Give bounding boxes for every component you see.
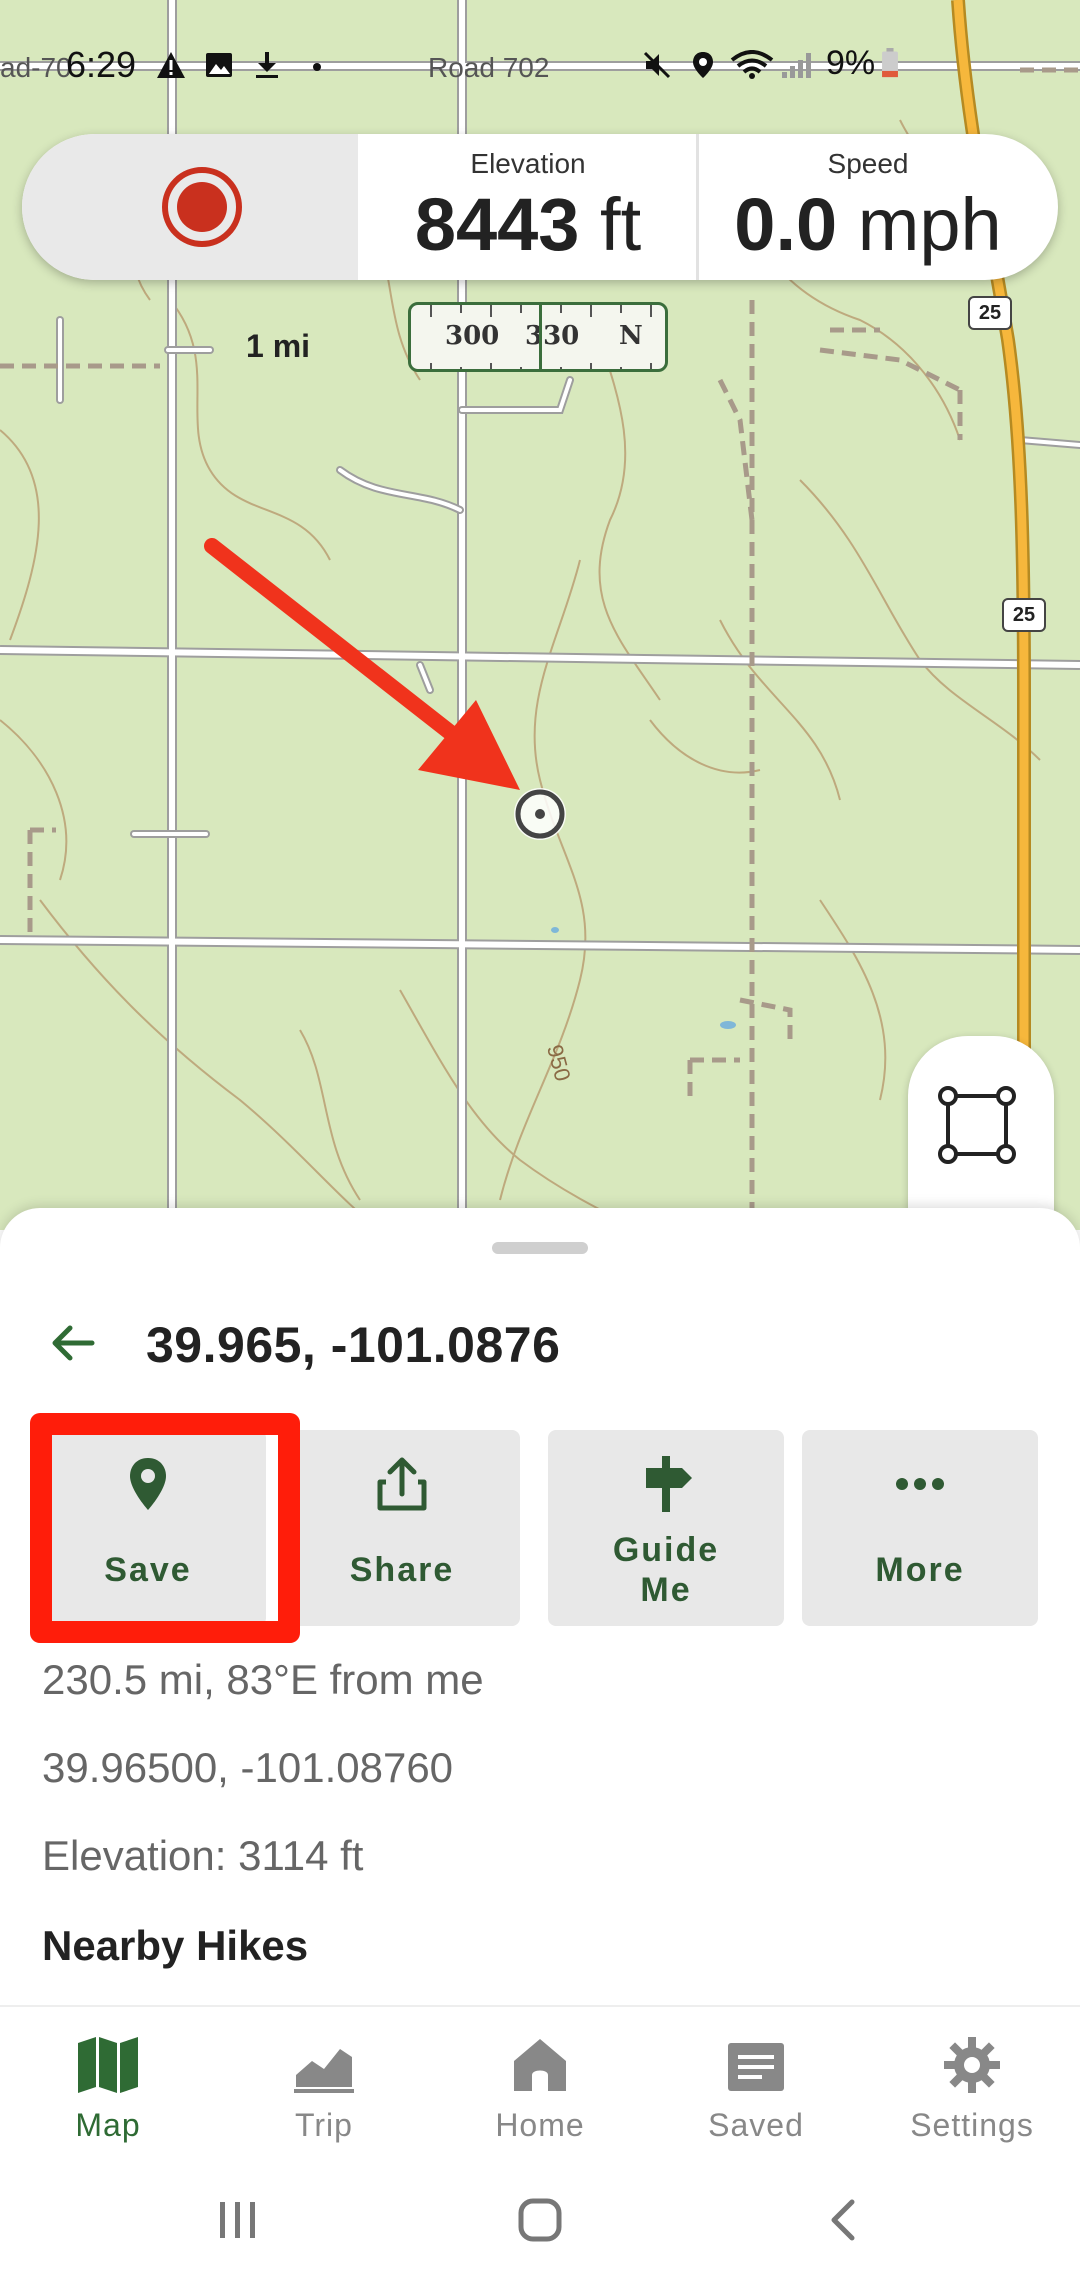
bottom-navigation: Map Trip Home Saved Settings bbox=[0, 2005, 1080, 2157]
record-button[interactable] bbox=[162, 167, 242, 247]
sheet-drag-handle[interactable] bbox=[492, 1242, 588, 1254]
record-icon bbox=[177, 182, 227, 232]
status-time: 6:29 bbox=[66, 44, 137, 85]
compass-heading-300: 300 bbox=[445, 321, 500, 351]
map-scale-label: 1 mi bbox=[246, 328, 311, 364]
guide-me-label-line1: Guide bbox=[612, 1531, 720, 1569]
warning-icon bbox=[157, 52, 185, 78]
more-button[interactable]: More bbox=[802, 1430, 1038, 1626]
nearby-hikes-heading: Nearby Hikes bbox=[42, 1922, 309, 1969]
annotation-arrow bbox=[204, 538, 520, 790]
nav-saved[interactable]: Saved bbox=[676, 2027, 836, 2147]
nav-saved-label: Saved bbox=[708, 2107, 804, 2143]
saved-folder-icon bbox=[728, 2043, 784, 2091]
battery-icon bbox=[882, 48, 898, 78]
record-area[interactable] bbox=[22, 134, 358, 280]
recent-apps-icon[interactable] bbox=[216, 2200, 260, 2240]
elevation-label: Elevation bbox=[470, 148, 586, 179]
nav-home-label: Home bbox=[495, 2107, 585, 2143]
speed-label: Speed bbox=[827, 148, 909, 179]
notification-dot-icon bbox=[313, 63, 321, 71]
guide-me-button[interactable]: Guide Me bbox=[548, 1430, 784, 1626]
compass-heading-north: N bbox=[619, 321, 643, 351]
wifi-icon bbox=[730, 50, 774, 79]
mute-icon bbox=[643, 51, 671, 79]
battery-percent: 9% bbox=[826, 44, 876, 82]
share-label: Share bbox=[349, 1551, 455, 1589]
distance-info: 230.5 mi, 83°E from me bbox=[42, 1656, 484, 1703]
nav-map-label: Map bbox=[75, 2107, 141, 2143]
share-button[interactable]: Share bbox=[284, 1430, 520, 1626]
nav-map[interactable]: Map bbox=[28, 2027, 188, 2147]
home-icon bbox=[514, 2039, 566, 2091]
speed-number: 0.0 bbox=[734, 183, 838, 266]
elevation-info: Elevation: 3114 ft bbox=[42, 1832, 364, 1879]
highway-shield: 25 bbox=[1002, 598, 1046, 632]
elevation-stat: Elevation 8443 ft bbox=[360, 134, 699, 280]
gear-icon bbox=[944, 2037, 1000, 2093]
signal-icon bbox=[782, 53, 811, 78]
back-system-icon[interactable] bbox=[826, 2198, 862, 2242]
speed-unit: mph bbox=[837, 183, 1002, 266]
image-icon bbox=[206, 53, 232, 77]
elevation-unit: ft bbox=[579, 183, 642, 266]
compass-needle bbox=[539, 305, 542, 369]
nav-home[interactable]: Home bbox=[460, 2027, 620, 2147]
guide-me-label-line2: Me bbox=[640, 1571, 692, 1609]
elevation-number: 8443 bbox=[414, 183, 580, 266]
nav-settings-label: Settings bbox=[910, 2107, 1034, 2143]
speed-stat: Speed 0.0 mph bbox=[698, 134, 1038, 280]
speed-value: 0.0 mph bbox=[698, 182, 1038, 267]
more-label: More bbox=[875, 1551, 965, 1589]
save-highlight-box bbox=[30, 1413, 300, 1643]
system-navigation-bar bbox=[0, 2160, 1080, 2280]
area-select-button[interactable] bbox=[908, 1036, 1054, 1236]
nav-trip[interactable]: Trip bbox=[244, 2027, 404, 2147]
back-arrow-icon[interactable] bbox=[48, 1318, 98, 1368]
status-bar: ad-70 6:29 Road 702 9% bbox=[0, 0, 1080, 136]
download-icon bbox=[256, 52, 278, 78]
compass-heading-330: 330 bbox=[525, 321, 580, 351]
nav-trip-label: Trip bbox=[295, 2107, 353, 2143]
map-road-label: Road 702 bbox=[428, 52, 550, 83]
compass-strip[interactable]: 300 330 N bbox=[408, 302, 668, 372]
signpost-icon bbox=[646, 1456, 692, 1512]
elevation-value: 8443 ft bbox=[360, 182, 696, 267]
trip-chart-icon bbox=[294, 2049, 354, 2093]
highway-shield: 25 bbox=[968, 296, 1012, 330]
nav-settings[interactable]: Settings bbox=[892, 2027, 1052, 2147]
more-dots-icon bbox=[896, 1478, 944, 1490]
location-icon bbox=[693, 52, 713, 78]
map-icon bbox=[78, 2037, 138, 2093]
map-road-label: ad-70 bbox=[0, 52, 72, 83]
location-coordinates-title: 39.965, -101.0876 bbox=[146, 1317, 561, 1373]
share-icon bbox=[377, 1457, 427, 1511]
location-marker-icon[interactable] bbox=[514, 788, 566, 840]
home-system-icon[interactable] bbox=[518, 2198, 562, 2242]
trip-stats-card: Elevation 8443 ft Speed 0.0 mph bbox=[22, 134, 1058, 280]
bounding-box-icon bbox=[938, 1086, 1016, 1164]
precise-coordinates: 39.96500, -101.08760 bbox=[42, 1744, 454, 1791]
